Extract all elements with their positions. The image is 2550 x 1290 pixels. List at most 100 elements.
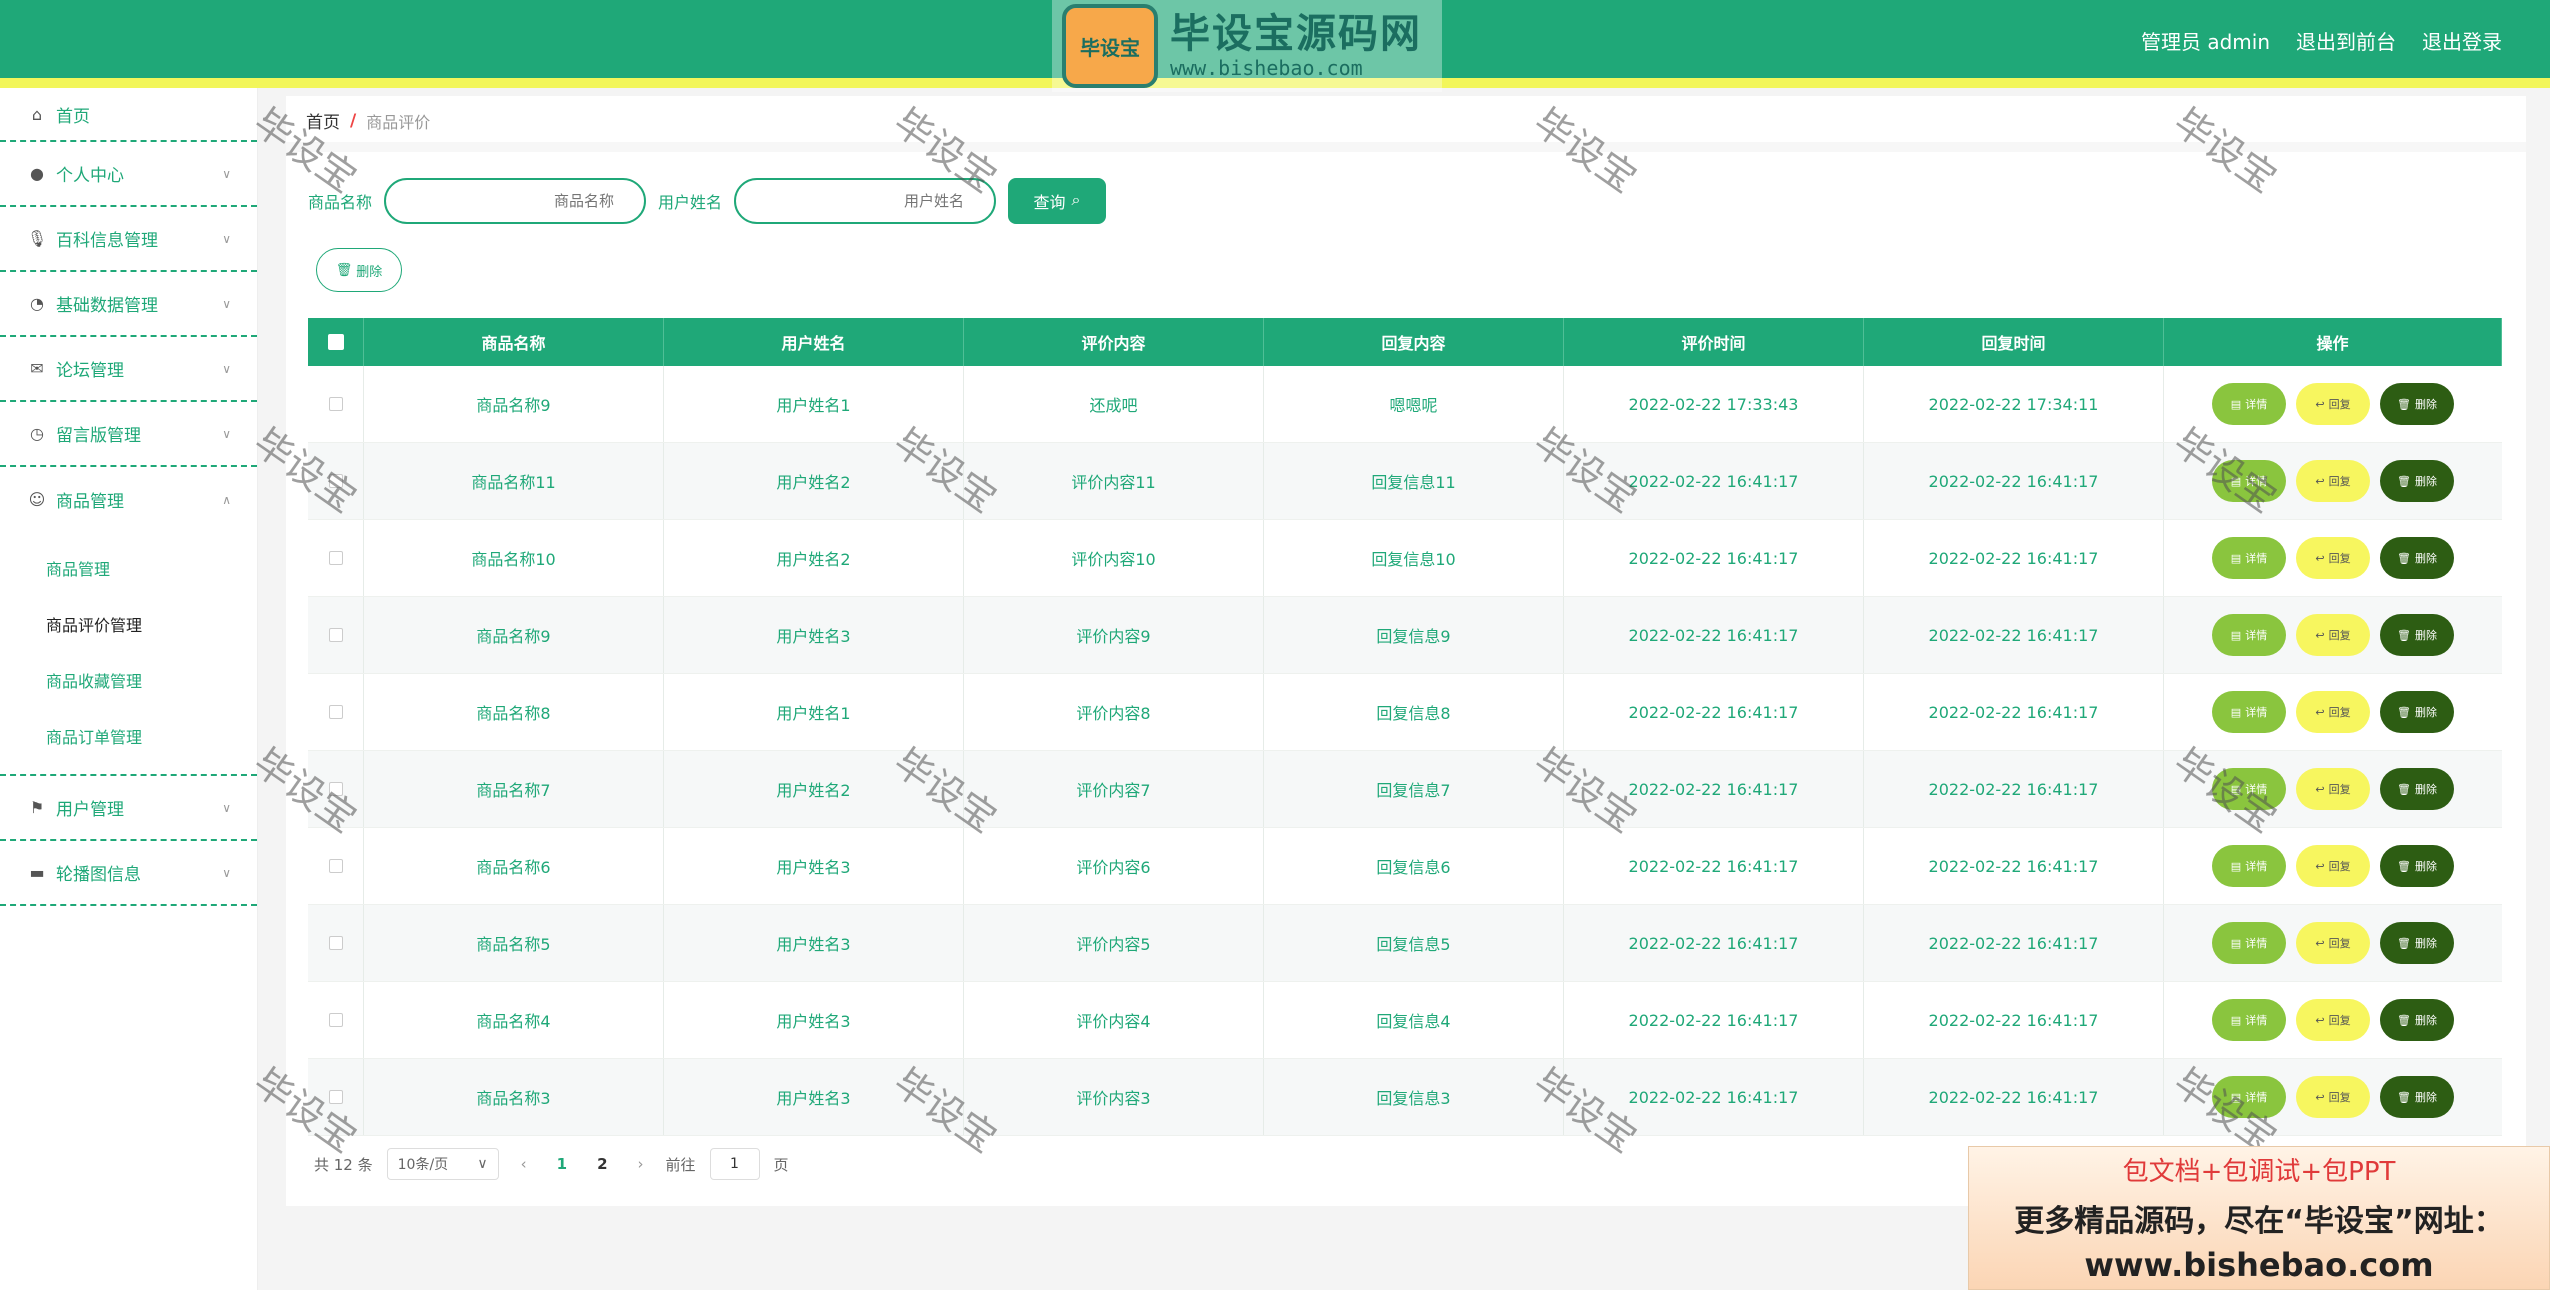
reply-button[interactable]: ↩ 回复 xyxy=(2296,383,2370,425)
detail-button[interactable]: ▤ 详情 xyxy=(2212,460,2286,502)
prev-page-button[interactable]: ‹ xyxy=(513,1155,535,1173)
row-checkbox[interactable] xyxy=(328,936,343,950)
detail-button[interactable]: ▤ 详情 xyxy=(2212,383,2286,425)
table-row[interactable]: 商品名称4 用户姓名3 评价内容4 回复信息4 2022-02-22 16:41:17 2… xyxy=(308,982,2502,1059)
batch-delete-button[interactable]: 🗑 删除 xyxy=(316,248,402,292)
sidebar-item-forum[interactable]: ✉ 论坛管理 ∨ xyxy=(0,337,257,402)
table-row[interactable]: 商品名称5 用户姓名3 评价内容5 回复信息5 2022-02-22 16:41:17 2… xyxy=(308,905,2502,982)
product-name-input[interactable] xyxy=(384,178,647,224)
delete-button[interactable]: 🗑 删除 xyxy=(2380,691,2454,733)
row-checkbox[interactable] xyxy=(328,397,343,411)
sidebar-item-home[interactable]: ⌂ 首页 xyxy=(0,88,257,142)
detail-button[interactable]: ▤ 详情 xyxy=(2212,1076,2286,1118)
main-content: 首页 / 商品评价 商品名称 用户姓名 查询 ⌕ 🗑 删除 商品名称 用户姓名 … xyxy=(286,96,2526,1206)
submenu-item-product-order[interactable]: 商品订单管理 xyxy=(0,708,257,764)
delete-button[interactable]: 🗑 删除 xyxy=(2380,537,2454,579)
delete-button[interactable]: 🗑 删除 xyxy=(2380,1076,2454,1118)
sidebar-item-carousel[interactable]: ▬ 轮播图信息 ∨ xyxy=(0,841,257,906)
pagination: 共 12 条 10条/页 ∨ ‹ 1 2 › 前往 页 xyxy=(314,1148,789,1180)
cell-eval-time: 2022-02-22 16:41:17 xyxy=(1564,982,1864,1058)
row-checkbox[interactable] xyxy=(328,1090,343,1104)
sidebar-item-personal-center[interactable]: ● 个人中心 ∨ xyxy=(0,142,257,207)
query-button[interactable]: 查询 ⌕ xyxy=(1008,178,1107,224)
select-all-checkbox[interactable] xyxy=(327,334,344,350)
detail-button[interactable]: ▤ 详情 xyxy=(2212,768,2286,810)
row-checkbox[interactable] xyxy=(328,1013,343,1027)
row-checkbox[interactable] xyxy=(328,859,343,873)
detail-button[interactable]: ▤ 详情 xyxy=(2212,922,2286,964)
delete-button[interactable]: 🗑 删除 xyxy=(2380,383,2454,425)
table-row[interactable]: 商品名称7 用户姓名2 评价内容7 回复信息7 2022-02-22 16:41:17 2… xyxy=(308,751,2502,828)
cell-eval-time: 2022-02-22 17:33:43 xyxy=(1564,366,1864,442)
detail-label: 详情 xyxy=(2245,1091,2268,1104)
sidebar-item-basic-data[interactable]: ◔ 基础数据管理 ∨ xyxy=(0,272,257,337)
detail-button[interactable]: ▤ 详情 xyxy=(2212,614,2286,656)
table-row[interactable]: 商品名称9 用户姓名1 还成吧 嗯嗯呢 2022-02-22 17:33:43 2022-… xyxy=(308,366,2502,443)
back-to-front-link[interactable]: 退出到前台 xyxy=(2296,26,2396,55)
sidebar-item-encyclopedia[interactable]: 🎙 百科信息管理 ∨ xyxy=(0,207,257,272)
delete-button[interactable]: 🗑 删除 xyxy=(2380,460,2454,502)
jump-page-input[interactable] xyxy=(709,1148,760,1180)
submenu-item-product-favorite[interactable]: 商品收藏管理 xyxy=(0,652,257,708)
logo-badge-icon: 毕设宝 xyxy=(1062,4,1158,88)
row-checkbox[interactable] xyxy=(328,782,343,796)
detail-label: 详情 xyxy=(2245,706,2268,719)
next-page-button[interactable]: › xyxy=(630,1155,652,1173)
detail-button[interactable]: ▤ 详情 xyxy=(2212,845,2286,887)
product-submenu: 商品管理 商品评价管理 商品收藏管理 商品订单管理 xyxy=(0,532,257,776)
reply-button[interactable]: ↩ 回复 xyxy=(2296,691,2370,733)
home-icon: ⌂ xyxy=(31,104,43,124)
reply-label: 回复 xyxy=(2328,860,2351,873)
sidebar-item-product[interactable]: ☺ 商品管理 ∧ xyxy=(0,467,257,532)
reply-button[interactable]: ↩ 回复 xyxy=(2296,1076,2370,1118)
page-number-2[interactable]: 2 xyxy=(589,1155,615,1173)
reply-button[interactable]: ↩ 回复 xyxy=(2296,460,2370,502)
row-checkbox[interactable] xyxy=(328,551,343,565)
reply-label: 回复 xyxy=(2328,1091,2351,1104)
detail-button[interactable]: ▤ 详情 xyxy=(2212,999,2286,1041)
reply-button[interactable]: ↩ 回复 xyxy=(2296,999,2370,1041)
submenu-item-product-review[interactable]: 商品评价管理 xyxy=(0,596,257,652)
delete-button[interactable]: 🗑 删除 xyxy=(2380,614,2454,656)
table-row[interactable]: 商品名称8 用户姓名1 评价内容8 回复信息8 2022-02-22 16:41:17 2… xyxy=(308,674,2502,751)
page-number-1[interactable]: 1 xyxy=(549,1155,575,1173)
delete-button[interactable]: 🗑 删除 xyxy=(2380,845,2454,887)
ad-banner[interactable]: 包文档+包调试+包PPT 更多精品源码，尽在“毕设宝”网址： www.bishe… xyxy=(1968,1146,2550,1290)
row-checkbox[interactable] xyxy=(328,705,343,719)
chevron-down-icon: ∨ xyxy=(222,231,231,246)
delete-button[interactable]: 🗑 删除 xyxy=(2380,922,2454,964)
table-row[interactable]: 商品名称9 用户姓名3 评价内容9 回复信息9 2022-02-22 16:41:17 2… xyxy=(308,597,2502,674)
trash-icon: 🗑 xyxy=(2397,474,2411,488)
logo-url: www.bishebao.com xyxy=(1170,56,1363,80)
reply-button[interactable]: ↩ 回复 xyxy=(2296,845,2370,887)
delete-button[interactable]: 🗑 删除 xyxy=(2380,999,2454,1041)
detail-button[interactable]: ▤ 详情 xyxy=(2212,537,2286,579)
detail-button[interactable]: ▤ 详情 xyxy=(2212,691,2286,733)
reply-button[interactable]: ↩ 回复 xyxy=(2296,768,2370,810)
row-checkbox[interactable] xyxy=(328,474,343,488)
logout-link[interactable]: 退出登录 xyxy=(2422,26,2502,55)
sidebar-item-label: 首页 xyxy=(56,106,90,127)
reply-button[interactable]: ↩ 回复 xyxy=(2296,922,2370,964)
cell-user: 用户姓名3 xyxy=(664,597,964,673)
sidebar-item-users[interactable]: ⚑ 用户管理 ∨ xyxy=(0,776,257,841)
detail-label: 详情 xyxy=(2245,860,2268,873)
delete-button[interactable]: 🗑 删除 xyxy=(2380,768,2454,810)
sidebar-item-label: 论坛管理 xyxy=(56,361,124,381)
table-row[interactable]: 商品名称6 用户姓名3 评价内容6 回复信息6 2022-02-22 16:41:17 2… xyxy=(308,828,2502,905)
row-actions: ▤ 详情 ↩ 回复 🗑 删除 xyxy=(2212,460,2454,502)
breadcrumb-home[interactable]: 首页 xyxy=(306,108,340,133)
user-name-input[interactable] xyxy=(734,178,997,224)
column-header: 评价内容 xyxy=(964,318,1264,366)
reply-icon: ↩ xyxy=(2315,782,2325,796)
submenu-item-product-manage[interactable]: 商品管理 xyxy=(0,540,257,596)
table-row[interactable]: 商品名称11 用户姓名2 评价内容11 回复信息11 2022-02-22 16:41:… xyxy=(308,443,2502,520)
reply-button[interactable]: ↩ 回复 xyxy=(2296,537,2370,579)
sidebar-item-message-board[interactable]: ◷ 留言版管理 ∨ xyxy=(0,402,257,467)
row-checkbox[interactable] xyxy=(328,628,343,642)
reply-button[interactable]: ↩ 回复 xyxy=(2296,614,2370,656)
ad-line-3: www.bishebao.com xyxy=(2084,1246,2434,1284)
table-row[interactable]: 商品名称3 用户姓名3 评价内容3 回复信息3 2022-02-22 16:41:17 2… xyxy=(308,1059,2502,1136)
page-size-select[interactable]: 10条/页 ∨ xyxy=(386,1148,499,1180)
table-row[interactable]: 商品名称10 用户姓名2 评价内容10 回复信息10 2022-02-22 16:41:… xyxy=(308,520,2502,597)
